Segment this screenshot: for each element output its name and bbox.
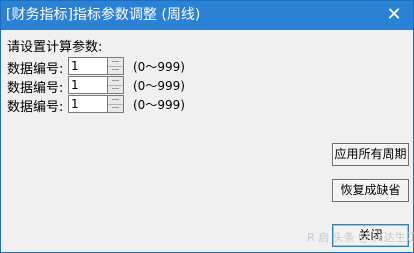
- spin-down-button[interactable]: [108, 66, 123, 74]
- param-range: (0～999): [133, 79, 185, 93]
- param-label: 数据编号:: [7, 62, 64, 77]
- close-button[interactable]: 关闭: [332, 224, 409, 247]
- param-label: 数据编号:: [7, 81, 64, 96]
- param-input-1[interactable]: [68, 57, 108, 75]
- param-spinner-1: [108, 57, 124, 75]
- param-input-2[interactable]: [68, 76, 108, 94]
- param-spinner-2: [108, 76, 124, 94]
- param-range: (0～999): [133, 98, 185, 112]
- param-row-3: 数据编号: (0～999): [7, 95, 267, 115]
- spin-down-button[interactable]: [108, 104, 123, 112]
- param-range: (0～999): [133, 60, 185, 74]
- spin-down-button[interactable]: [108, 85, 123, 93]
- param-input-3[interactable]: [68, 95, 108, 113]
- restore-default-button[interactable]: 恢复成缺省: [332, 179, 409, 202]
- title-bar[interactable]: [财务指标]指标参数调整 (周线) ✕: [1, 1, 413, 30]
- params-prompt: 请设置计算参数:: [7, 40, 103, 55]
- apply-all-periods-button[interactable]: 应用所有周期: [332, 143, 409, 166]
- param-row-2: 数据编号: (0～999): [7, 76, 267, 96]
- window-title: [财务指标]指标参数调整 (周线): [6, 7, 201, 23]
- param-label: 数据编号:: [7, 100, 64, 115]
- indicator-params-dialog: [财务指标]指标参数调整 (周线) ✕ 请设置计算参数: 数据编号: (0～99…: [0, 0, 414, 253]
- param-row-1: 数据编号: (0～999): [7, 57, 267, 77]
- param-spinner-3: [108, 95, 124, 113]
- dialog-body: 请设置计算参数: 数据编号: (0～999) 数据编号: (0～999) 数据编…: [1, 30, 414, 252]
- close-icon[interactable]: ✕: [383, 4, 405, 26]
